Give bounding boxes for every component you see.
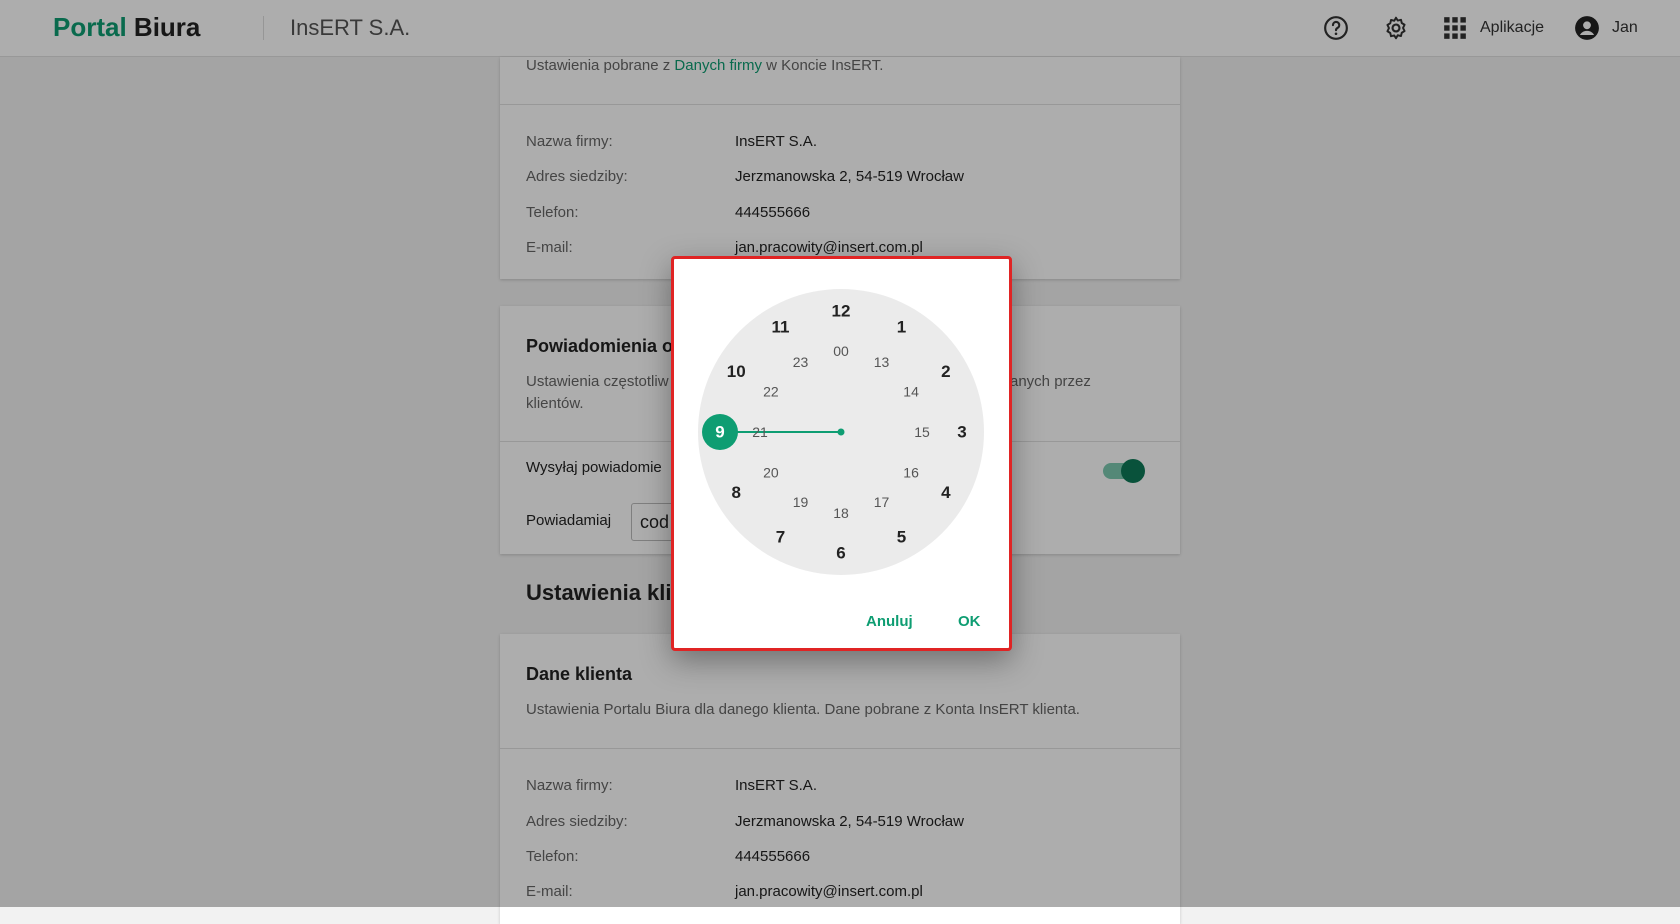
hour-outer-4[interactable]: 4 xyxy=(941,483,951,502)
hour-inner-23[interactable]: 23 xyxy=(793,354,809,370)
hour-outer-3[interactable]: 3 xyxy=(957,423,966,442)
hour-outer-12[interactable]: 12 xyxy=(832,302,851,321)
hour-outer-7[interactable]: 7 xyxy=(776,527,785,546)
clock-center-dot xyxy=(837,428,845,436)
hour-outer-5[interactable]: 5 xyxy=(897,527,906,546)
hour-inner-18[interactable]: 18 xyxy=(833,505,849,521)
hour-inner-22[interactable]: 22 xyxy=(763,384,779,400)
hour-outer-2[interactable]: 2 xyxy=(941,362,950,381)
hour-inner-13[interactable]: 13 xyxy=(874,354,890,370)
time-picker-dialog: 12 1 2 3 4 5 6 7 8 9 10 11 00 13 14 15 16 17 18 19 20 21 22 23… xyxy=(671,256,1012,651)
hour-inner-16[interactable]: 16 xyxy=(903,465,919,481)
hour-outer-8[interactable]: 8 xyxy=(731,483,740,502)
cancel-button[interactable]: Anuluj xyxy=(866,613,913,630)
hour-outer-11[interactable]: 11 xyxy=(772,318,790,337)
hour-inner-00[interactable]: 00 xyxy=(833,343,849,359)
hour-outer-9[interactable]: 9 xyxy=(715,423,724,442)
hour-inner-17[interactable]: 17 xyxy=(874,494,890,510)
hour-outer-10[interactable]: 10 xyxy=(727,362,746,381)
hour-inner-15[interactable]: 15 xyxy=(914,424,930,440)
clock-face[interactable]: 121234567891011 001314151617181920212223 xyxy=(696,287,986,577)
hour-outer-1[interactable]: 1 xyxy=(897,318,906,337)
hour-inner-20[interactable]: 20 xyxy=(763,465,779,481)
hour-inner-19[interactable]: 19 xyxy=(793,494,809,510)
ok-button[interactable]: OK xyxy=(958,613,981,630)
hour-inner-14[interactable]: 14 xyxy=(903,384,919,400)
hour-inner-21[interactable]: 21 xyxy=(752,424,768,440)
hour-outer-6[interactable]: 6 xyxy=(836,544,845,563)
